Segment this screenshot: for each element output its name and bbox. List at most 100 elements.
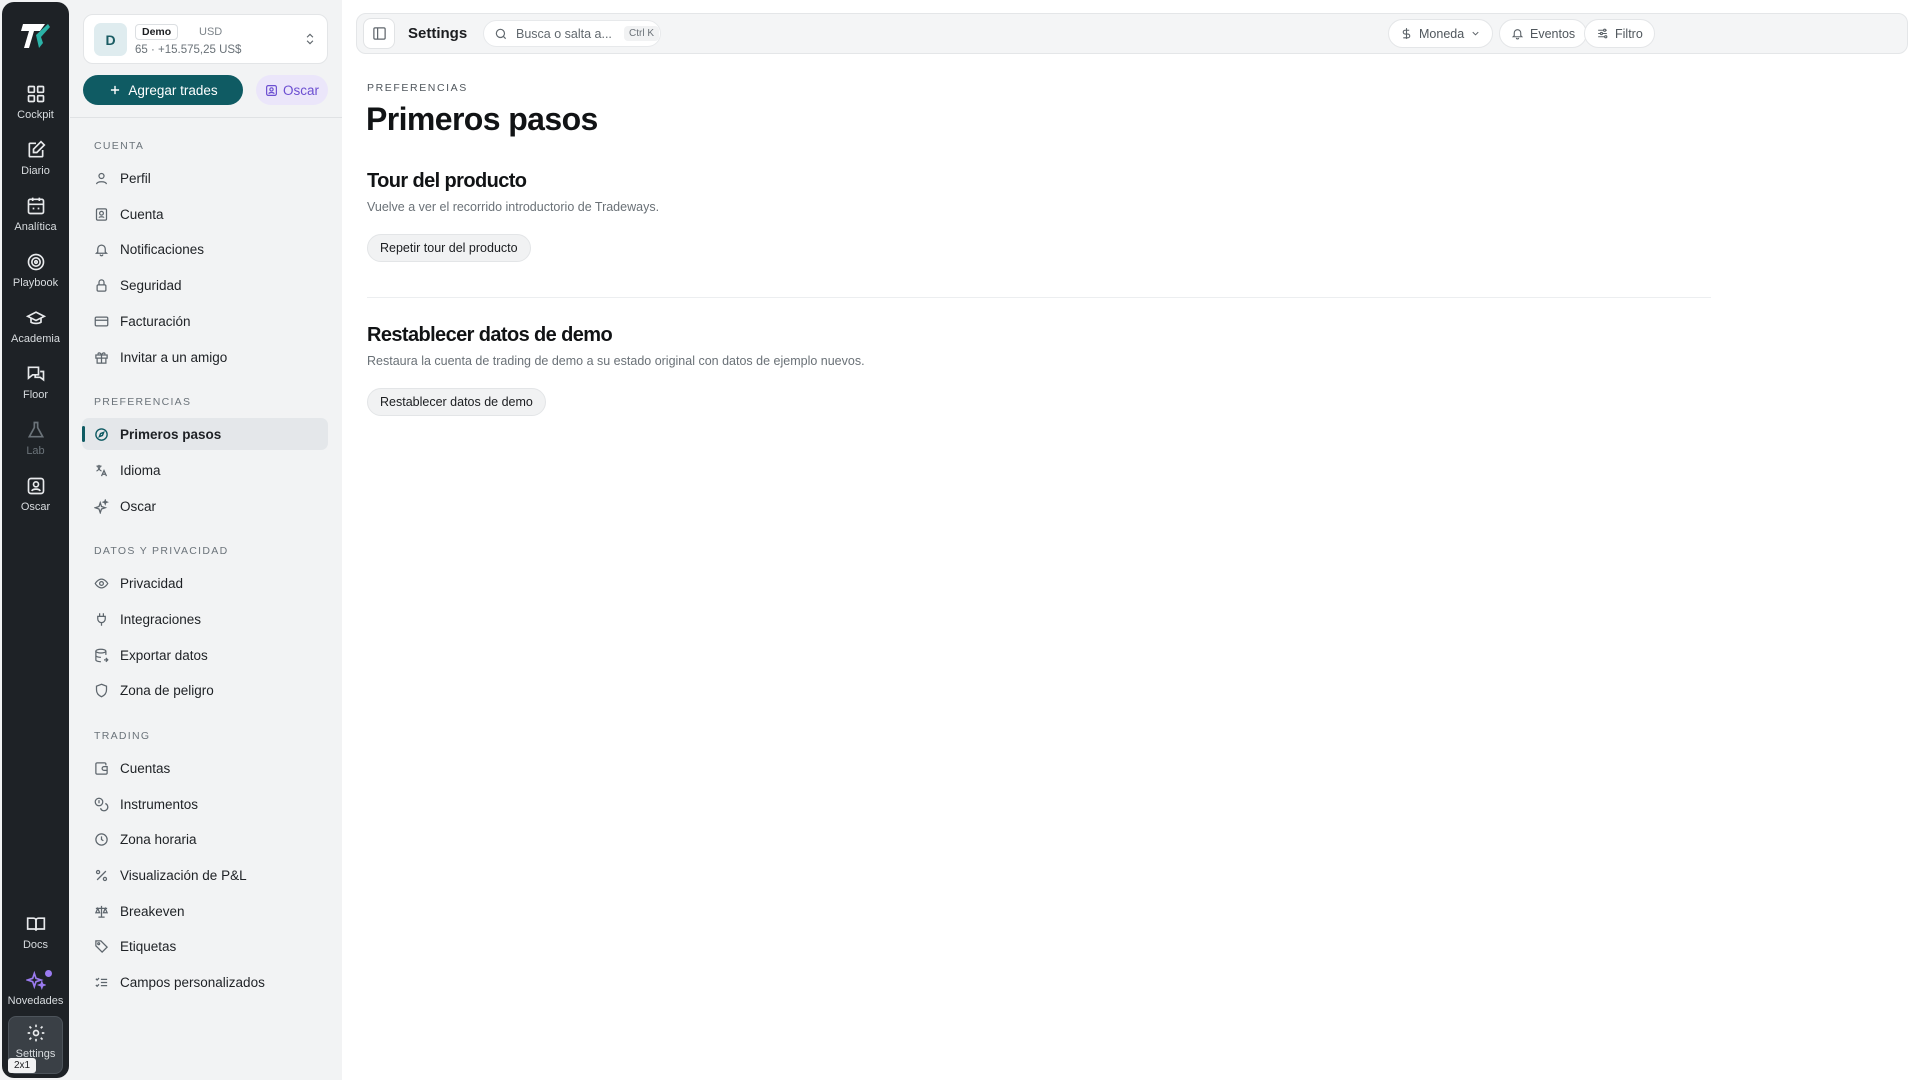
product-tour-title: Tour del producto — [367, 170, 527, 192]
calendar-analytics-icon — [27, 197, 44, 215]
rail-label: Diario — [21, 165, 50, 177]
sidebar-toggle-button[interactable] — [363, 18, 395, 49]
rail-item-playbook[interactable]: Playbook — [8, 246, 63, 298]
bell-icon — [94, 244, 109, 256]
chevrons-up-down-icon — [306, 33, 314, 45]
nav-item-invitar[interactable]: Invitar a un amigo — [82, 341, 328, 373]
nav-item-notificaciones[interactable]: Notificaciones — [82, 233, 328, 265]
nav-item-zona-peligro[interactable]: Zona de peligro — [82, 674, 328, 706]
graduation-cap-icon — [25, 311, 46, 325]
nav-item-campos-personalizados[interactable]: Campos personalizados — [82, 966, 328, 998]
account-type-badge: Demo — [135, 24, 179, 40]
nav-item-oscar[interactable]: Oscar — [82, 490, 328, 522]
nav-item-label: Facturación — [120, 313, 191, 329]
nav-item-label: Seguridad — [120, 277, 182, 293]
nav-item-visualizacion-pl[interactable]: Visualización de P&L — [82, 859, 328, 891]
app-rail: Cockpit Diario Analítica Playbook Academ… — [2, 2, 69, 1078]
nav-item-breakeven[interactable]: Breakeven — [82, 895, 328, 927]
rail-label: Oscar — [20, 501, 51, 513]
add-trades-label: Agregar trades — [128, 82, 218, 98]
rail-item-floor[interactable]: Floor — [8, 358, 63, 410]
nav-item-label: Integraciones — [120, 611, 202, 627]
scale-icon — [94, 905, 109, 918]
percent-icon — [95, 869, 108, 881]
nav-item-label: Etiquetas — [120, 938, 177, 954]
rail-item-diario[interactable]: Diario — [8, 134, 63, 186]
add-trades-button[interactable]: Agregar trades — [83, 75, 243, 105]
book-open-icon — [26, 917, 45, 931]
rail-item-docs[interactable]: Docs — [8, 908, 63, 960]
shortcut-hint: Ctrl K — [624, 26, 659, 41]
list-checks-icon — [95, 977, 108, 987]
target-icon — [27, 253, 44, 271]
currency-dropdown[interactable]: Moneda — [1388, 19, 1494, 48]
nav-item-label: Campos personalizados — [120, 974, 265, 990]
gift-icon — [95, 351, 108, 364]
filter-label: Filtro — [1615, 26, 1643, 41]
account-summary: 65 · +15.575,25 US$ — [135, 44, 242, 56]
nav-item-seguridad[interactable]: Seguridad — [82, 269, 328, 301]
panel-left-icon — [372, 27, 386, 40]
tag-icon — [95, 939, 109, 953]
nav-item-label: Cuenta — [120, 206, 164, 222]
nav-item-cuentas[interactable]: Cuentas — [82, 752, 328, 784]
reset-demo-button[interactable]: Restablecer datos de demo — [367, 388, 546, 416]
dashboard-grid-icon — [27, 85, 44, 103]
section-divider — [367, 297, 1711, 298]
wallet-icon — [95, 761, 108, 775]
bell-icon — [1511, 29, 1524, 40]
nav-item-privacidad[interactable]: Privacidad — [82, 567, 328, 599]
rail-item-oscar[interactable]: Oscar — [8, 470, 63, 522]
nav-item-perfil[interactable]: Perfil — [82, 162, 328, 194]
oscar-portrait-icon — [27, 477, 44, 495]
nav-item-exportar[interactable]: Exportar datos — [82, 639, 328, 671]
search-box[interactable]: Ctrl K — [483, 20, 661, 47]
oscar-button[interactable]: Oscar — [256, 75, 328, 105]
nav-item-etiquetas[interactable]: Etiquetas — [82, 930, 328, 962]
tradeways-logo[interactable] — [19, 19, 53, 53]
sliders-icon — [1598, 28, 1608, 39]
rail-label: Floor — [22, 389, 49, 401]
nav-item-primeros-pasos[interactable]: Primeros pasos — [82, 418, 328, 450]
filter-button[interactable]: Filtro — [1584, 19, 1655, 48]
nav-item-label: Exportar datos — [120, 647, 208, 663]
chevron-down-icon — [1472, 31, 1479, 36]
user-icon — [95, 172, 108, 184]
id-card-icon — [95, 207, 108, 221]
translate-icon — [96, 464, 108, 476]
currency-label: Moneda — [1419, 26, 1465, 41]
rail-label: Docs — [22, 939, 49, 951]
oscar-portrait-icon — [266, 84, 277, 96]
plug-icon — [97, 612, 106, 626]
section-eyebrow: PREFERENCIAS — [367, 82, 468, 94]
nav-section-preferencias: PREFERENCIAS — [94, 396, 192, 408]
search-icon — [495, 28, 507, 39]
rail-item-analitica[interactable]: Analítica — [8, 190, 63, 242]
rail-item-academia[interactable]: Academia — [8, 302, 63, 354]
replay-tour-button[interactable]: Repetir tour del producto — [367, 234, 531, 262]
nav-item-cuenta[interactable]: Cuenta — [82, 198, 328, 230]
events-button[interactable]: Eventos — [1499, 19, 1588, 48]
gear-icon — [27, 1024, 44, 1042]
rail-item-lab[interactable]: Lab — [8, 414, 63, 466]
plus-icon — [111, 85, 120, 95]
nav-item-label: Zona horaria — [120, 831, 197, 847]
nav-item-instrumentos[interactable]: Instrumentos — [82, 788, 328, 820]
nav-item-label: Primeros pasos — [120, 426, 222, 442]
rail-label: Novedades — [7, 995, 64, 1007]
nav-item-integraciones[interactable]: Integraciones — [82, 603, 328, 635]
sparkle-icon — [94, 498, 109, 514]
search-input[interactable] — [516, 26, 616, 41]
rail-label: Lab — [26, 445, 45, 457]
nav-item-label: Idioma — [120, 462, 161, 478]
rail-item-cockpit[interactable]: Cockpit — [8, 78, 63, 130]
nav-item-facturacion[interactable]: Facturación — [82, 305, 328, 337]
rail-item-novedades[interactable]: Novedades — [8, 964, 63, 1016]
nav-item-idioma[interactable]: Idioma — [82, 454, 328, 486]
nav-item-zona-horaria[interactable]: Zona horaria — [82, 823, 328, 855]
database-export-icon — [95, 648, 109, 662]
oscar-label: Oscar — [282, 82, 319, 98]
account-switcher[interactable]: D Demo USD 65 · +15.575,25 US$ — [83, 14, 328, 64]
reset-demo-title: Restablecer datos de demo — [367, 324, 613, 346]
divider — [70, 117, 342, 118]
